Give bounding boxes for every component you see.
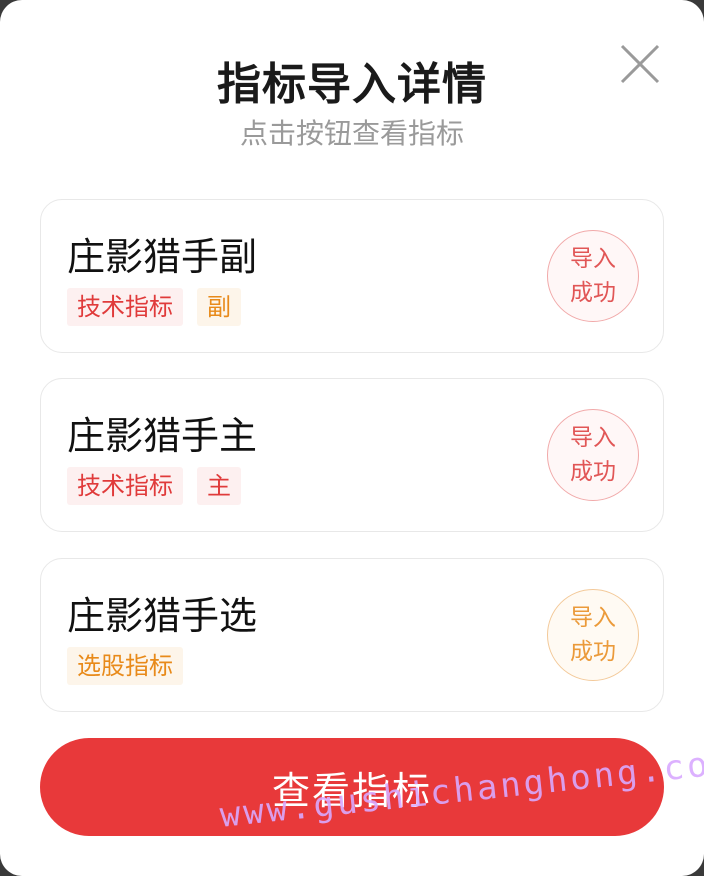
import-success-stamp: 导入 成功 (547, 589, 639, 681)
stamp-line2: 成功 (570, 639, 616, 665)
stamp-line1: 导入 (570, 425, 616, 451)
tag-type: 主 (197, 467, 241, 505)
indicator-card[interactable]: 庄影猎手副 技术指标 副 导入 成功 (40, 199, 664, 353)
stamp-line2: 成功 (570, 459, 616, 485)
indicator-card[interactable]: 庄影猎手选 选股指标 导入 成功 (40, 558, 664, 712)
tag-type: 副 (197, 288, 241, 326)
indicator-name: 庄影猎手选 (67, 594, 258, 638)
indicator-tags: 选股指标 (67, 647, 183, 685)
indicator-card[interactable]: 庄影猎手主 技术指标 主 导入 成功 (40, 378, 664, 532)
stamp-line1: 导入 (570, 605, 616, 631)
dialog-title: 指标导入详情 (217, 59, 487, 110)
tag-category: 技术指标 (67, 288, 183, 326)
indicator-tags: 技术指标 副 (67, 288, 241, 326)
dialog-subtitle: 点击按钮查看指标 (239, 117, 464, 150)
import-success-stamp: 导入 成功 (547, 409, 639, 501)
indicator-tags: 技术指标 主 (67, 467, 241, 505)
tag-category: 选股指标 (67, 647, 183, 685)
indicator-name: 庄影猎手副 (67, 235, 258, 279)
indicator-name: 庄影猎手主 (67, 414, 258, 458)
stamp-line1: 导入 (570, 246, 616, 272)
tag-category: 技术指标 (67, 467, 183, 505)
import-success-stamp: 导入 成功 (547, 230, 639, 322)
close-icon[interactable] (618, 42, 662, 86)
stamp-line2: 成功 (570, 280, 616, 306)
import-details-dialog: 指标导入详情 点击按钮查看指标 庄影猎手副 技术指标 副 导入 成功 庄影猎手主… (0, 0, 704, 876)
